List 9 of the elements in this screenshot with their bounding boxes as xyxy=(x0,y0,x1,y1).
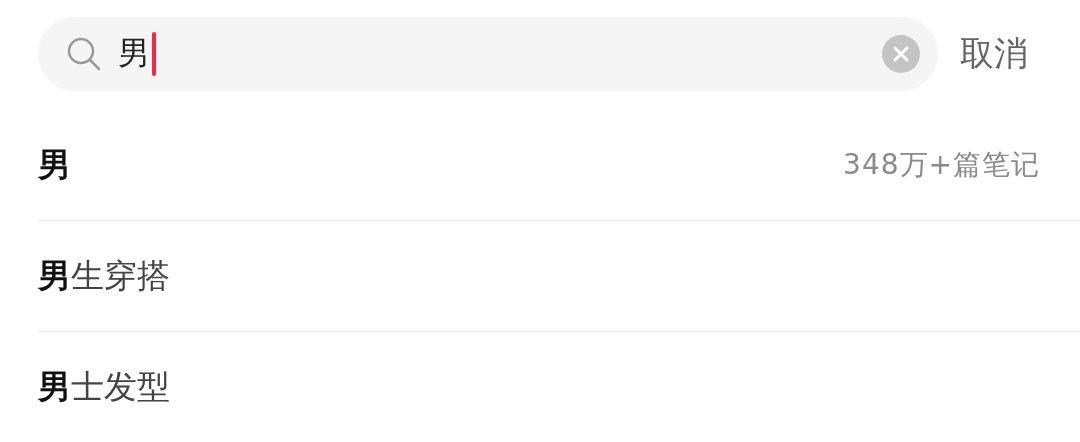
search-field[interactable]: 男 xyxy=(38,17,938,91)
note-count: 348万+篇笔记 xyxy=(843,147,1040,183)
suggestion-item[interactable]: 男 xyxy=(38,142,844,188)
suggestion-item[interactable]: 男生穿搭 xyxy=(38,253,1040,299)
search-icon xyxy=(66,36,102,72)
cancel-button[interactable]: 取消 xyxy=(960,31,1028,77)
text-cursor xyxy=(152,32,156,76)
clear-icon[interactable] xyxy=(882,35,920,73)
suggestion-item[interactable]: 男士发型 xyxy=(38,365,1040,410)
